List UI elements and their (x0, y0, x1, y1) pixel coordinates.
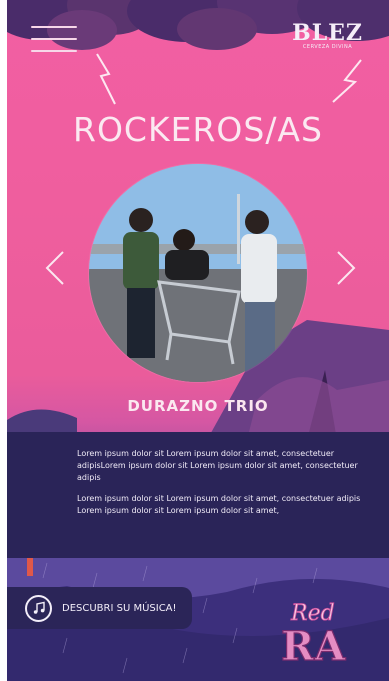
band-photo-illustration (89, 164, 307, 382)
menu-button[interactable] (31, 26, 77, 52)
app-screen: BLEZ CERVEZA DIVINA ROCKEROS/AS DURAZNO … (7, 0, 389, 681)
chevron-left-icon[interactable] (43, 250, 67, 286)
hamburger-icon-line (31, 50, 77, 52)
red-ra-logo-line2: RA (281, 623, 346, 668)
brand-logo[interactable]: BLEZ CERVEZA DIVINA (292, 22, 363, 50)
discover-music-label: DESCUBRI SU MÚSICA! (62, 602, 177, 614)
lightning-right-icon (332, 59, 362, 103)
page-title: ROCKEROS/AS (73, 110, 323, 149)
discover-music-button[interactable]: DESCUBRI SU MÚSICA! (7, 587, 192, 629)
info-paragraph: Lorem ipsum dolor sit Lorem ipsum dolor … (77, 449, 358, 482)
chevron-right-icon[interactable] (334, 250, 358, 286)
hamburger-icon-line (31, 26, 77, 28)
music-note-icon (25, 594, 52, 622)
info-panel: Lorem ipsum dolor sit Lorem ipsum dolor … (7, 432, 389, 558)
band-photo (89, 164, 307, 382)
lightning-left-icon (96, 53, 116, 105)
info-paragraph: Lorem ipsum dolor sit Lorem ipsum dolor … (77, 494, 361, 503)
brand-name: BLEZ (292, 20, 363, 46)
hamburger-icon-line (31, 38, 77, 40)
band-name: DURAZNO TRIO (127, 397, 269, 415)
red-ra-logo: Red RA (280, 601, 346, 668)
info-paragraph: Lorem ipsum dolor sit Lorem ipsum dolor … (77, 506, 280, 515)
